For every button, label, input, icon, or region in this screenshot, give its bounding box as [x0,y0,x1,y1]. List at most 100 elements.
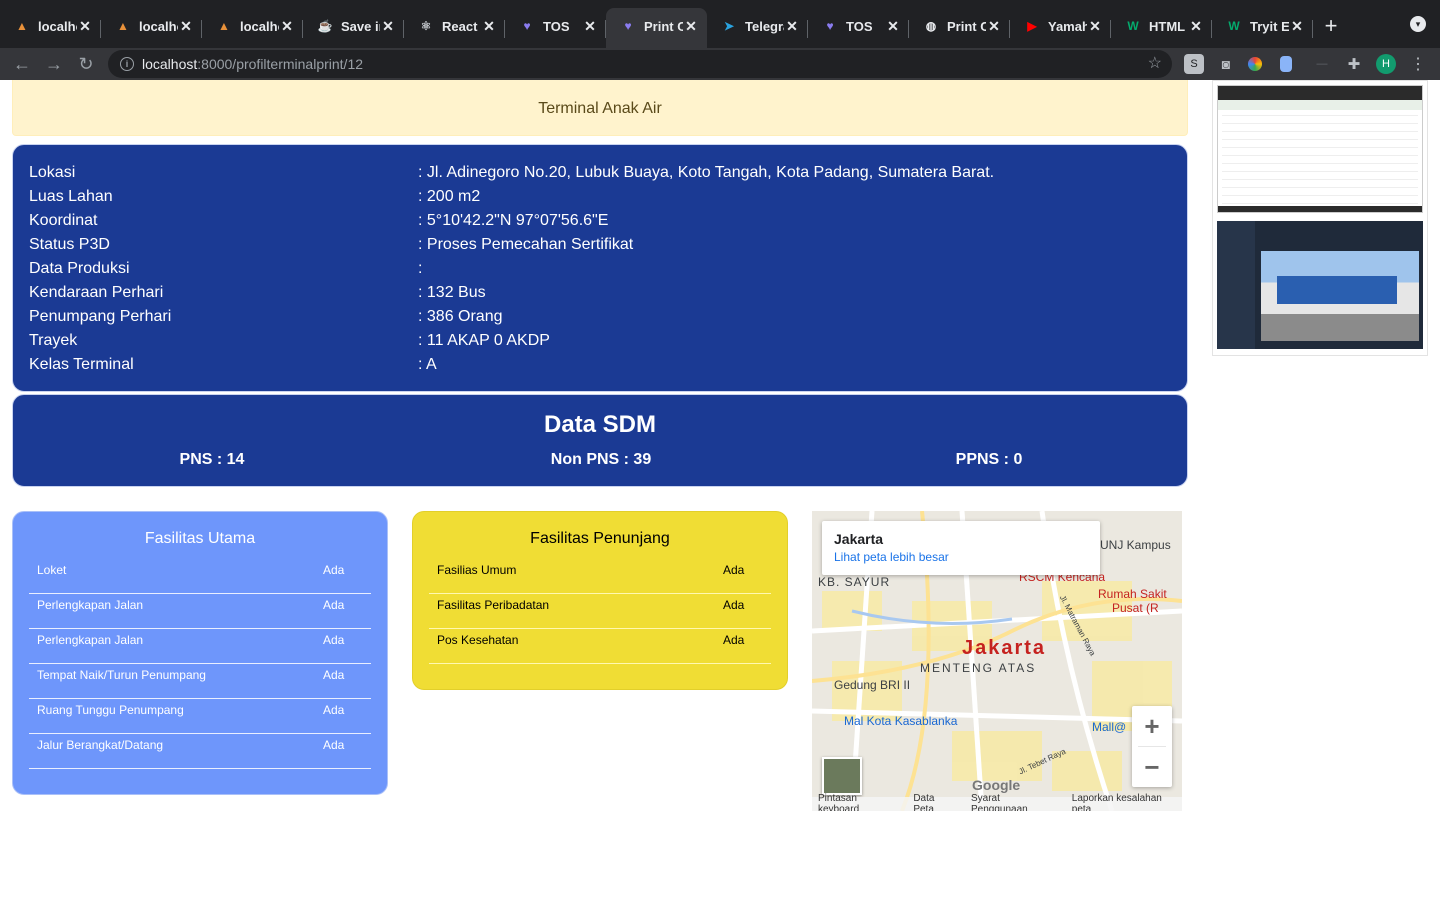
sdm-non-pns: Non PNS : 39 [550,451,652,468]
reload-button[interactable]: ↻ [70,50,102,78]
browser-tab[interactable]: ☕ Save in✕ [303,8,404,48]
profile-avatar[interactable]: H [1376,54,1396,74]
browser-tab[interactable]: ◍ Print C ✕ [909,8,1010,48]
browser-tab[interactable]: ▲ localho✕ [101,8,202,48]
facility-name: Fasilitas Peribadatan [437,598,550,612]
back-button[interactable]: ← [6,50,38,78]
map-footer-link[interactable]: Syarat Penggunaan [971,793,1058,811]
map-footer-link[interactable]: Pintasan keyboard [818,793,899,811]
forward-button[interactable]: → [38,50,70,78]
facility-name: Ruang Tunggu Penumpang [37,703,184,717]
close-tab-icon[interactable]: ✕ [481,18,497,35]
info-row: Koordinat: 5°10'42.2"N 97°07'56.6"E [29,211,1171,235]
react-icon: ⚛ [420,19,432,33]
tos-logo-icon: ▲ [218,19,230,33]
zoom-out-button[interactable]: − [1132,747,1172,787]
map-footer-link[interactable]: Data Peta [913,793,957,811]
browser-tab[interactable]: ➤ Telegra✕ [707,8,808,48]
browser-tab[interactable]: ♥ Print C ✕ [606,8,707,48]
sdm-title: Data SDM [543,411,657,438]
info-row: Kendaraan Perhari: 132 Bus [29,283,1171,307]
facility-status: Ada [723,633,745,647]
clipboard-icon[interactable] [1280,56,1292,72]
facility-row: Fasilitas Peribadatan Ada [429,594,771,629]
facility-name: Jalur Berangkat/Datang [37,738,164,752]
browser-tab[interactable]: ▲ localho✕ [0,8,101,48]
zoom-in-button[interactable]: + [1132,706,1172,746]
close-tab-icon[interactable]: ✕ [784,18,800,35]
w3-icon: W [1228,19,1240,33]
page-content: Terminal Anak Air Lokasi: Jl. Adinegoro … [0,80,1440,900]
satellite-toggle[interactable] [822,757,862,795]
close-tab-icon[interactable]: ✕ [1188,18,1204,35]
info-row: Trayek: 11 AKAP 0 AKDP [29,331,1171,355]
close-tab-icon[interactable]: ✕ [279,18,295,35]
info-row: Luas Lahan: 200 m2 [29,187,1171,211]
tos-logo-icon: ▲ [117,19,129,33]
tab-separator [1312,20,1313,38]
url-host: localhost [142,56,198,72]
tab-label: Tryit E [1250,18,1289,34]
tos-logo-icon: ▲ [16,19,28,33]
close-tab-icon[interactable]: ✕ [885,18,901,35]
info-value: : 386 Orang [418,308,503,325]
close-tab-icon[interactable]: ✕ [77,18,93,35]
facility-row: Pos Kesehatan Ada [429,629,771,664]
color-picker-icon[interactable] [1248,57,1262,71]
facility-row: Tempat Naik/Turun Penumpang Ada [29,664,371,699]
browser-tab[interactable]: ♥ TOS ✕ [505,8,606,48]
browser-toolbar: ← → ↻ i localhost:8000/profilterminalpri… [0,48,1440,80]
map-footer-link[interactable]: Laporkan kesalahan peta [1072,793,1182,811]
extension-dash-icon[interactable]: — [1312,54,1332,74]
browser-tab[interactable]: W HTML ✕ [1111,8,1212,48]
info-value: : Jl. Adinegoro No.20, Lubuk Buaya, Koto… [418,164,995,181]
thumbnail-spreadsheet[interactable] [1217,85,1423,213]
map-label-rumah-sakit: Rumah Sakit [1098,587,1167,601]
info-value: : A [418,356,437,373]
info-value: : Proses Pemecahan Sertifikat [418,236,634,253]
puzzle-extensions-icon[interactable]: ✚ [1344,54,1364,74]
close-tab-icon[interactable]: ✕ [178,18,194,35]
close-tab-icon[interactable]: ✕ [380,18,396,35]
facility-name: Perlengkapan Jalan [37,598,144,612]
map-zoom-control: + − [1132,706,1172,787]
new-tab-button[interactable]: + [1313,8,1349,48]
larger-map-link[interactable]: Lihat peta lebih besar [834,550,1088,564]
close-tab-icon[interactable]: ✕ [1087,18,1103,35]
tab-label: TOS [846,18,873,34]
camera-icon[interactable]: ◙ [1216,54,1236,74]
close-tab-icon[interactable]: ✕ [1289,18,1305,35]
facility-name: Fasilias Umum [437,563,517,577]
browser-tab[interactable]: ♥ TOS ✕ [808,8,909,48]
tab-strip: ▲localho✕▲localho✕▲localho✕☕Save in✕⚛Rea… [0,0,1440,48]
fasilitas-penunjang-title: Fasilitas Penunjang [530,530,670,547]
tab-label: Yamah [1048,18,1087,34]
map-place-title: Jakarta [834,531,884,547]
map-label-pusat: Pusat (R [1112,601,1159,615]
browser-tab[interactable]: ▲ localho✕ [202,8,303,48]
extension-s-icon[interactable]: S [1184,54,1204,74]
sdm-pns: PNS : 14 [179,451,245,468]
facility-row: Perlengkapan Jalan Ada [29,594,371,629]
tab-label: TOS [543,18,570,34]
thumbnail-terminal-photo[interactable] [1217,221,1423,349]
info-value: : 5°10'42.2"N 97°07'56.6"E [418,212,609,229]
tab-search-icon[interactable]: ▾ [1410,16,1426,32]
bookmark-star-icon[interactable]: ☆ [1148,53,1162,73]
info-value: : 200 m2 [418,188,481,205]
browser-tab[interactable]: W Tryit E ✕ [1212,8,1313,48]
browser-tab[interactable]: ⚛ React ✕ [404,8,505,48]
browser-tab[interactable]: ▶ Yamah ✕ [1010,8,1111,48]
address-bar[interactable]: i localhost:8000/profilterminalprint/12 … [108,50,1172,78]
embedded-map[interactable]: KB. SAYUR RSCM Kencana UNJ Kampus Rumah … [812,511,1182,811]
tab-label: localho [240,18,279,34]
site-info-icon[interactable]: i [120,57,134,71]
menu-kebab-icon[interactable]: ⋮ [1408,54,1428,74]
close-tab-icon[interactable]: ✕ [683,18,699,35]
close-tab-icon[interactable]: ✕ [582,18,598,35]
globe-icon: ◍ [925,19,937,33]
data-sdm-panel: Data SDM PNS : 14 Non PNS : 39 PPNS : 0 [12,394,1188,487]
facility-name: Perlengkapan Jalan [37,633,144,647]
close-tab-icon[interactable]: ✕ [986,18,1002,35]
info-label: Data Produksi [29,260,130,277]
